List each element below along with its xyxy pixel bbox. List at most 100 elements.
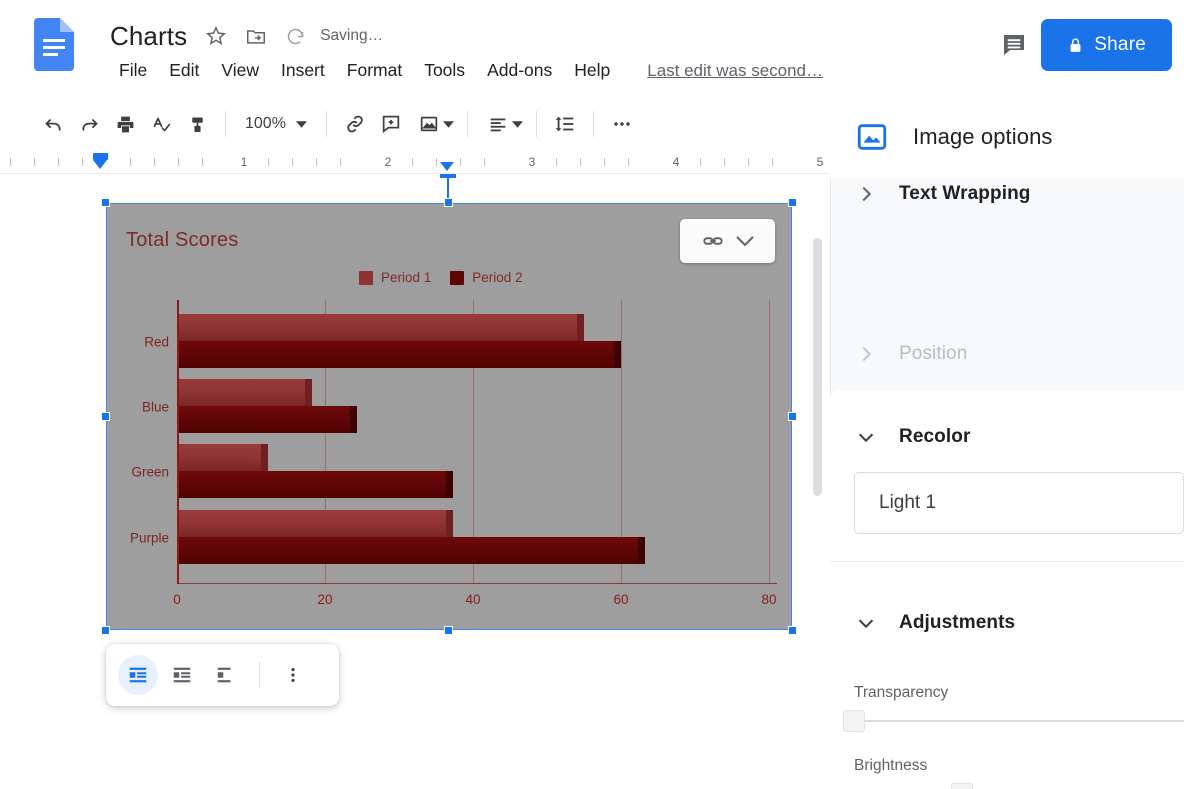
image-wrap-toolbar	[106, 644, 339, 706]
document-scrollbar[interactable]	[813, 238, 822, 496]
resize-handle-middle-left[interactable]	[101, 412, 110, 421]
formatting-toolbar: 100%	[0, 96, 830, 152]
undo-icon[interactable]	[36, 107, 70, 141]
menu-edit[interactable]: Edit	[158, 57, 210, 84]
more-image-options-button[interactable]	[273, 655, 313, 695]
panel-body[interactable]: Text Wrapping Position Recolor Light 1 A…	[830, 178, 1184, 789]
zoom-level: 100%	[245, 115, 286, 132]
save-status: Saving…	[320, 27, 384, 44]
more-horizontal-icon[interactable]	[605, 107, 639, 141]
section-text-wrapping[interactable]: Text Wrapping	[830, 166, 1031, 222]
document-title-row: Charts Saving…	[110, 14, 383, 58]
ruler-number: 3	[528, 155, 536, 169]
menu-insert[interactable]: Insert	[270, 57, 336, 84]
toolbar-divider	[259, 662, 260, 688]
resize-handle-bottom-center[interactable]	[444, 626, 453, 635]
resize-handle-top-left[interactable]	[101, 198, 110, 207]
menu-add-ons[interactable]: Add-ons	[476, 57, 563, 84]
transparency-label: Transparency	[854, 684, 949, 701]
chevron-down-icon	[855, 426, 877, 448]
last-edit-link[interactable]: Last edit was second…	[647, 61, 823, 81]
break-text-button[interactable]	[206, 655, 246, 695]
break-text-icon	[215, 664, 237, 686]
section-position[interactable]: Position	[830, 326, 967, 382]
chevron-down-icon	[511, 120, 523, 128]
image-options-panel: Image options Text Wrapping Position Rec…	[830, 96, 1184, 789]
ruler-number: 1	[240, 155, 248, 169]
ruler-number: 5	[816, 155, 824, 169]
link-icon[interactable]	[338, 107, 372, 141]
resize-handle-bottom-right[interactable]	[788, 626, 797, 635]
transparency-slider[interactable]	[843, 710, 1184, 732]
comment-history-icon[interactable]	[994, 25, 1034, 65]
spell-check-icon[interactable]	[144, 107, 178, 141]
brightness-label: Brightness	[854, 757, 928, 774]
toolbar-divider	[325, 111, 327, 137]
section-adjustments-label: Adjustments	[899, 612, 1016, 633]
recolor-select[interactable]: Light 1	[854, 472, 1184, 534]
resize-handle-top-right[interactable]	[788, 198, 797, 207]
line-spacing-icon[interactable]	[548, 107, 582, 141]
menu-file[interactable]: File	[108, 57, 158, 84]
page-title[interactable]: Charts	[110, 21, 187, 52]
section-divider	[830, 561, 1184, 562]
brightness-slider-thumb[interactable]	[951, 783, 973, 789]
insert-image-button[interactable]	[410, 107, 456, 141]
section-recolor[interactable]: Recolor	[830, 412, 970, 462]
ruler-number: 4	[672, 155, 680, 169]
panel-card: Recolor Light 1 Adjustments Transparency…	[830, 390, 1184, 789]
ruler-track: 1 2 3 4 5	[0, 152, 830, 173]
align-left-icon	[481, 107, 515, 141]
print-icon[interactable]	[108, 107, 142, 141]
toolbar-divider	[466, 111, 468, 137]
toolbar-divider	[535, 111, 537, 137]
image-icon	[412, 107, 446, 141]
paint-format-icon[interactable]	[180, 107, 214, 141]
section-adjustments[interactable]: Adjustments	[830, 598, 1015, 648]
first-line-indent-marker[interactable]	[93, 153, 108, 160]
zoom-selector[interactable]: 100%	[237, 111, 315, 137]
left-indent-marker[interactable]	[93, 160, 107, 169]
image-options-icon	[855, 120, 889, 154]
chevron-right-icon	[855, 343, 877, 365]
selection-border	[106, 203, 792, 630]
move-to-folder-icon[interactable]	[245, 25, 267, 47]
tab-stop-marker[interactable]	[440, 162, 454, 171]
resize-handle-bottom-left[interactable]	[101, 626, 110, 635]
add-comment-icon[interactable]	[374, 107, 408, 141]
transparency-slider-thumb[interactable]	[843, 710, 865, 732]
star-icon[interactable]	[205, 25, 227, 47]
selected-image[interactable]: Total Scores Period 1 Period 2 Red Blue …	[101, 198, 797, 635]
menu-help[interactable]: Help	[563, 57, 621, 84]
section-text-wrapping-label: Text Wrapping	[899, 183, 1031, 204]
recolor-selected-value: Light 1	[879, 492, 937, 513]
share-button-label: Share	[1094, 34, 1146, 55]
panel-title: Image options	[913, 124, 1053, 149]
wrap-text-button[interactable]	[162, 655, 202, 695]
toolbar-divider	[225, 111, 226, 137]
chevron-down-icon	[295, 120, 307, 128]
chevron-down-icon	[855, 612, 877, 634]
section-recolor-label: Recolor	[899, 426, 971, 447]
google-docs-icon[interactable]	[34, 18, 74, 71]
align-button[interactable]	[479, 107, 525, 141]
chevron-right-icon	[855, 183, 877, 205]
menu-view[interactable]: View	[210, 57, 270, 84]
document-canvas[interactable]: Total Scores Period 1 Period 2 Red Blue …	[0, 174, 830, 789]
toolbar-divider	[592, 111, 594, 137]
more-vertical-icon	[283, 665, 303, 685]
wrap-text-icon	[171, 664, 193, 686]
saving-sync-icon	[285, 26, 306, 47]
app-header: Charts Saving… File Edit View Insert For…	[0, 0, 1184, 96]
menu-format[interactable]: Format	[336, 57, 413, 84]
ruler-number: 2	[384, 155, 392, 169]
redo-icon[interactable]	[72, 107, 106, 141]
menu-bar: File Edit View Insert Format Tools Add-o…	[108, 57, 823, 84]
share-button[interactable]: Share	[1041, 19, 1172, 71]
resize-handle-top-center[interactable]	[444, 198, 453, 207]
menu-tools[interactable]: Tools	[413, 57, 476, 84]
wrap-inline-with-text-button[interactable]	[118, 655, 158, 695]
chevron-down-icon	[442, 120, 454, 128]
ruler[interactable]: 1 2 3 4 5	[0, 152, 830, 174]
resize-handle-middle-right[interactable]	[788, 412, 797, 421]
